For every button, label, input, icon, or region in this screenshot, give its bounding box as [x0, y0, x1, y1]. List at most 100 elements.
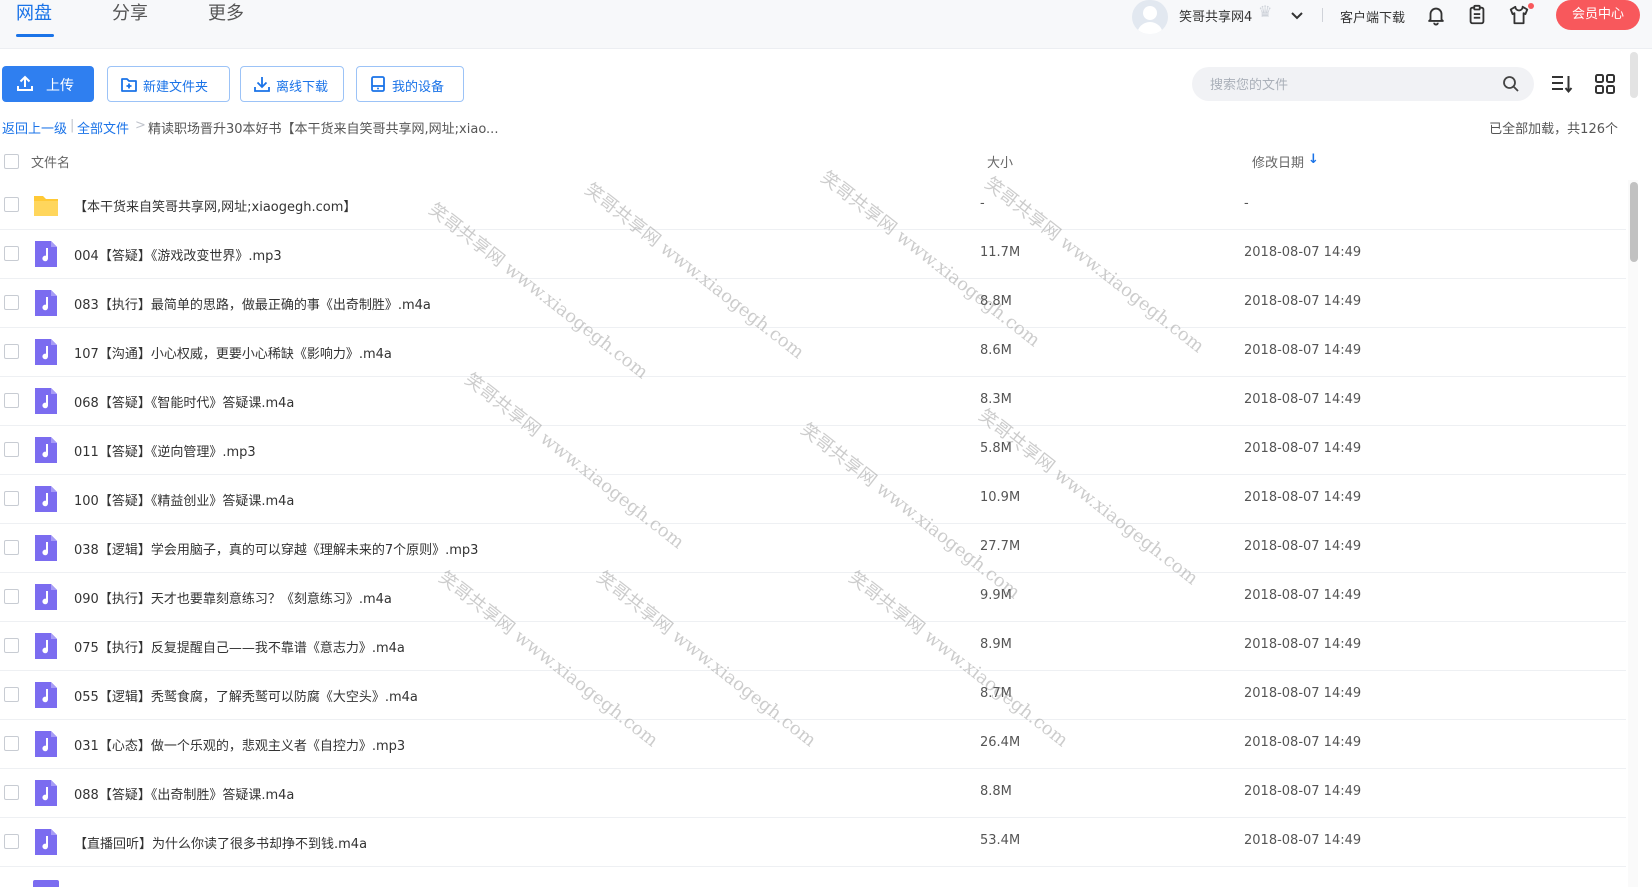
audio-file-icon — [35, 437, 57, 463]
bell-icon[interactable] — [1425, 4, 1447, 26]
file-size: - — [980, 196, 985, 211]
search-input[interactable] — [1208, 74, 1502, 96]
file-date: 2018-08-07 14:49 — [1244, 343, 1362, 358]
page-scrollbar[interactable] — [1630, 52, 1638, 98]
audio-file-icon — [35, 290, 57, 316]
row-checkbox[interactable] — [4, 197, 19, 212]
file-row[interactable]: 055【逻辑】秃鹫食腐，了解秃鹫可以防腐《大空头》.m4a 8.7M 2018-08… — [0, 670, 1626, 720]
top-bar: 网盘 分享 更多 笑哥共享网4 ♛ 客户端下载 会员中心 — [0, 0, 1652, 49]
file-row[interactable]: 068【答疑】《智能时代》答疑课.m4a 8.3M 2018-08-07 14:49 — [0, 376, 1626, 426]
file-row[interactable]: 038【逻辑】学会用脑子，真的可以穿越《理解未来的7个原则》.mp3 27.7M 2… — [0, 523, 1626, 573]
file-name[interactable]: 038【逻辑】学会用脑子，真的可以穿越《理解未来的7个原则》.mp3 — [74, 539, 478, 558]
file-row[interactable]: 004【答疑】《游戏改变世界》.mp3 11.7M 2018-08-07 14:49 — [0, 229, 1626, 279]
file-row[interactable]: 【直播回听】为什么你读了很多书却挣不到钱.m4a 53.4M 2018-08-07 … — [0, 817, 1626, 867]
row-checkbox[interactable] — [4, 491, 19, 506]
row-checkbox[interactable] — [4, 393, 19, 408]
breadcrumb-all-files[interactable]: 全部文件 — [77, 118, 129, 137]
audio-file-icon — [33, 880, 59, 887]
row-checkbox[interactable] — [4, 442, 19, 457]
audio-file-icon — [35, 731, 57, 757]
new-folder-button[interactable]: 新建文件夹 — [107, 66, 230, 102]
sort-arrow-icon[interactable]: ↓ — [1308, 152, 1319, 167]
column-header-date[interactable]: 修改日期 — [1252, 152, 1304, 171]
file-name[interactable]: 090【执行】天才也要靠刻意练习？《刻意练习》.m4a — [74, 588, 392, 607]
file-name[interactable]: 107【沟通】小心权威，更要小心稀缺《影响力》.m4a — [74, 343, 392, 362]
grid-view-icon[interactable] — [1593, 72, 1617, 96]
shirt-icon[interactable] — [1508, 4, 1530, 26]
row-checkbox[interactable] — [4, 687, 19, 702]
upload-button[interactable]: 上传 — [2, 66, 94, 102]
my-devices-button[interactable]: 我的设备 — [356, 66, 464, 102]
file-name[interactable]: 100【答疑】《精益创业》答疑课.m4a — [74, 490, 294, 509]
file-size: 8.9M — [980, 637, 1012, 652]
column-header-name[interactable]: 文件名 — [31, 152, 70, 171]
vip-center-button[interactable]: 会员中心 — [1556, 0, 1640, 30]
file-size: 10.9M — [980, 490, 1021, 505]
search-box — [1192, 67, 1534, 101]
file-size: 27.7M — [980, 539, 1021, 554]
file-name[interactable]: 【本干货来自笑哥共享网,网址;xiaogegh.com】 — [74, 196, 356, 215]
row-checkbox[interactable] — [4, 785, 19, 800]
file-name[interactable]: 011【答疑】《逆向管理》.mp3 — [74, 441, 256, 460]
file-name[interactable]: 【直播回听】为什么你读了很多书却挣不到钱.m4a — [74, 833, 367, 852]
client-download-link[interactable]: 客户端下载 — [1340, 7, 1405, 26]
audio-file-icon — [35, 339, 57, 365]
file-name[interactable]: 031【心态】做一个乐观的，悲观主义者《自控力》.mp3 — [74, 735, 405, 754]
breadcrumb-separator: > — [135, 118, 146, 133]
chevron-down-icon[interactable] — [1290, 4, 1304, 26]
file-row[interactable]: 090【执行】天才也要靠刻意练习？《刻意练习》.m4a 9.9M 2018-08-0… — [0, 572, 1626, 622]
folder-row[interactable]: 【本干货来自笑哥共享网,网址;xiaogegh.com】 - - — [0, 180, 1626, 230]
file-name[interactable]: 088【答疑】《出奇制胜》答疑课.m4a — [74, 784, 294, 803]
table-header: 文件名 大小 修改日期 ↓ — [0, 140, 1626, 180]
file-date: 2018-08-07 14:49 — [1244, 245, 1362, 260]
row-checkbox[interactable] — [4, 589, 19, 604]
row-checkbox[interactable] — [4, 834, 19, 849]
row-checkbox[interactable] — [4, 344, 19, 359]
avatar[interactable] — [1132, 0, 1168, 34]
file-row[interactable]: 083【执行】最简单的思路，做最正确的事《出奇制胜》.m4a 8.8M 2018-0… — [0, 278, 1626, 328]
file-size: 8.3M — [980, 392, 1012, 407]
file-row[interactable]: 031【心态】做一个乐观的，悲观主义者《自控力》.mp3 26.4M 2018-08… — [0, 719, 1626, 769]
select-all-checkbox[interactable] — [4, 154, 19, 169]
folder-icon — [34, 196, 58, 216]
file-date: 2018-08-07 14:49 — [1244, 833, 1362, 848]
file-row[interactable]: 088【答疑】《出奇制胜》答疑课.m4a 8.8M 2018-08-07 14:49 — [0, 768, 1626, 818]
tab-more[interactable]: 更多 — [208, 0, 244, 28]
clipboard-icon[interactable] — [1466, 4, 1488, 26]
file-name[interactable]: 083【执行】最简单的思路，做最正确的事《出奇制胜》.m4a — [74, 294, 431, 313]
row-checkbox[interactable] — [4, 736, 19, 751]
file-name[interactable]: 075【执行】反复提醒自己——我不靠谱《意志力》.m4a — [74, 637, 405, 656]
file-row[interactable]: 100【答疑】《精益创业》答疑课.m4a 10.9M 2018-08-07 14:4… — [0, 474, 1626, 524]
device-icon — [371, 76, 385, 92]
tab-share[interactable]: 分享 — [112, 0, 148, 28]
column-header-size[interactable]: 大小 — [987, 152, 1013, 171]
search-icon[interactable] — [1502, 75, 1520, 93]
file-size: 11.7M — [980, 245, 1021, 260]
file-size: 8.7M — [980, 686, 1012, 701]
file-size: 9.9M — [980, 588, 1012, 603]
file-name[interactable]: 055【逻辑】秃鹫食腐，了解秃鹫可以防腐《大空头》.m4a — [74, 686, 418, 705]
file-name[interactable]: 004【答疑】《游戏改变世界》.mp3 — [74, 245, 282, 264]
file-row[interactable]: 075【执行】反复提醒自己——我不靠谱《意志力》.m4a 8.9M 2018-08-… — [0, 621, 1626, 671]
row-checkbox[interactable] — [4, 246, 19, 261]
divider — [1322, 8, 1323, 22]
tab-netdisk[interactable]: 网盘 — [16, 0, 52, 28]
offline-download-button[interactable]: 离线下载 — [240, 66, 344, 102]
file-date: 2018-08-07 14:49 — [1244, 686, 1362, 701]
sort-icon[interactable] — [1550, 72, 1574, 96]
load-status: 已全部加载，共126个 — [1489, 122, 1618, 137]
row-checkbox[interactable] — [4, 540, 19, 555]
breadcrumb-back[interactable]: 返回上一级 — [2, 118, 67, 137]
row-checkbox[interactable] — [4, 295, 19, 310]
row-checkbox[interactable] — [4, 638, 19, 653]
list-scrollbar-thumb[interactable] — [1630, 182, 1638, 262]
file-row[interactable]: 011【答疑】《逆向管理》.mp3 5.8M 2018-08-07 14:49 — [0, 425, 1626, 475]
audio-file-icon — [35, 584, 57, 610]
file-row[interactable]: 107【沟通】小心权威，更要小心稀缺《影响力》.m4a 8.6M 2018-08-0… — [0, 327, 1626, 377]
file-date: 2018-08-07 14:49 — [1244, 637, 1362, 652]
file-date: 2018-08-07 14:49 — [1244, 441, 1362, 456]
my-devices-label: 我的设备 — [392, 80, 445, 95]
file-name[interactable]: 068【答疑】《智能时代》答疑课.m4a — [74, 392, 294, 411]
file-size: 8.8M — [980, 784, 1012, 799]
username[interactable]: 笑哥共享网4 — [1179, 6, 1252, 25]
